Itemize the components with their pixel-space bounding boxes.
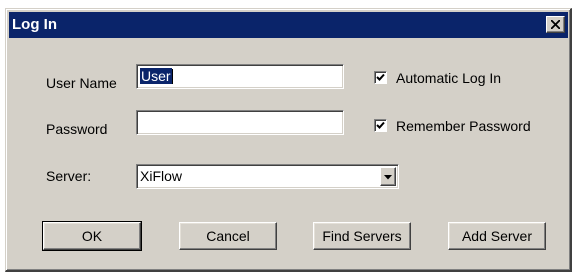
remember-password-label[interactable]: Remember Password	[396, 118, 531, 134]
add-server-button[interactable]: Add Server	[448, 222, 546, 250]
server-value: XiFlow	[140, 168, 183, 184]
text-caret	[171, 69, 173, 84]
close-button[interactable]	[546, 16, 565, 33]
password-label: Password	[46, 121, 108, 137]
server-label: Server:	[46, 168, 92, 184]
find-servers-button[interactable]: Find Servers	[313, 222, 411, 250]
automatic-login-checkbox[interactable]	[374, 71, 387, 84]
title-bar[interactable]: Log In	[9, 12, 568, 38]
server-dropdown-button[interactable]	[380, 167, 396, 186]
login-dialog: Log In User Name User Automatic Log In P…	[5, 8, 572, 272]
user-name-value: User	[140, 68, 172, 84]
remember-password-checkbox[interactable]	[374, 119, 387, 132]
password-input[interactable]	[136, 110, 344, 135]
cancel-button[interactable]: Cancel	[179, 222, 277, 250]
window-title: Log In	[12, 16, 57, 33]
automatic-login-label[interactable]: Automatic Log In	[396, 70, 501, 86]
user-name-input[interactable]: User	[136, 64, 344, 89]
user-name-label: User Name	[46, 75, 117, 91]
ok-button[interactable]: OK	[42, 221, 142, 251]
server-select[interactable]: XiFlow	[136, 164, 399, 189]
